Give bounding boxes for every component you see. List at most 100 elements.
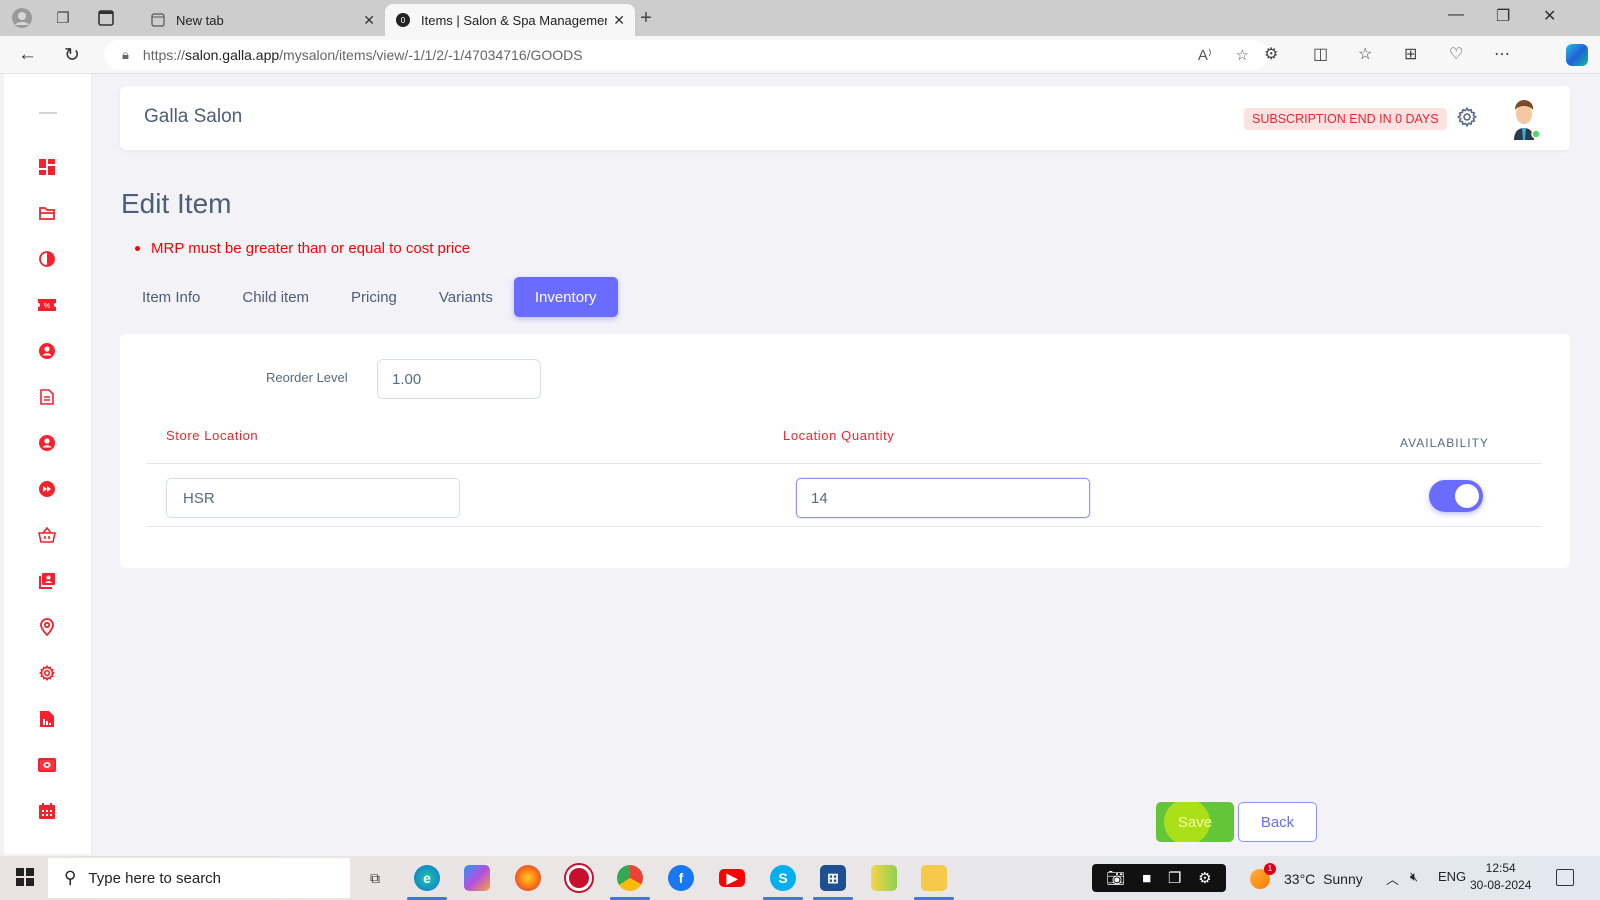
inventory-panel: Reorder Level Store Location Location Qu…: [120, 334, 1570, 568]
user-circle-icon[interactable]: [38, 342, 56, 360]
copilot-icon[interactable]: [1566, 44, 1588, 66]
location-quantity-input[interactable]: [796, 478, 1090, 518]
recorder-icon[interactable]: [566, 865, 592, 891]
profile-icon[interactable]: [12, 8, 32, 28]
bullet-icon: [135, 246, 140, 251]
availability-toggle[interactable]: [1429, 480, 1483, 512]
window-icon[interactable]: ❐: [1168, 869, 1181, 887]
settings-icon[interactable]: ⚙︎: [1198, 869, 1211, 887]
discount-ticket-icon[interactable]: %: [38, 296, 56, 314]
table-divider: [146, 526, 1542, 527]
store-location-input[interactable]: [166, 478, 460, 518]
fast-forward-icon[interactable]: [38, 480, 56, 498]
notifications-icon[interactable]: [1556, 869, 1574, 886]
report-icon[interactable]: [38, 710, 56, 728]
facebook-icon[interactable]: f: [668, 865, 694, 891]
task-view-icon[interactable]: ⧉: [362, 865, 388, 891]
basket-icon[interactable]: [38, 526, 56, 544]
restore-icon[interactable]: ❐: [1496, 6, 1510, 26]
taskbar-search[interactable]: ⚲ Type here to search: [48, 858, 350, 898]
search-icon: ⚲: [64, 868, 77, 887]
folder-icon[interactable]: [38, 204, 56, 222]
windows-taskbar: ⚲ Type here to search ⧉ e f ▶ S ⊞ 📷︎ ■ ❐…: [0, 856, 1600, 900]
user-circle-icon[interactable]: [38, 434, 56, 452]
chrome-icon[interactable]: [617, 865, 643, 891]
minimize-icon[interactable]: —: [1448, 6, 1464, 24]
url-host: salon.galla.app: [184, 47, 280, 63]
back-button[interactable]: Back: [1238, 802, 1317, 842]
workspaces-icon[interactable]: ❐: [53, 8, 73, 28]
browser-tab-strip: ❐ New tab ✕ 0 Items | Salon & Spa Manage…: [0, 0, 1600, 36]
url-path: /mysalon/items/view/-1/1/2/-1/47034716/G…: [279, 47, 583, 63]
settings-icon[interactable]: [38, 664, 56, 682]
favorite-star-icon[interactable]: ☆: [1236, 46, 1249, 64]
video-icon[interactable]: ■: [1142, 870, 1151, 887]
subscription-badge: SUBSCRIPTION END IN 0 DAYS: [1244, 108, 1447, 130]
svg-text:0: 0: [401, 16, 406, 25]
clock-date: 30-08-2024: [1470, 878, 1532, 892]
document-icon[interactable]: [38, 388, 56, 406]
tab-variants[interactable]: Variants: [418, 277, 514, 317]
collections-icon[interactable]: ⊞: [1404, 44, 1417, 64]
url-input[interactable]: 🔒︎ https://salon.galla.app/mysalon/items…: [104, 40, 1269, 70]
refresh-icon[interactable]: ↻: [64, 44, 80, 67]
validation-error: MRP must be greater than or equal to cos…: [135, 240, 470, 257]
camera-icon[interactable]: 📷︎: [1106, 869, 1125, 887]
reorder-level-input[interactable]: [377, 359, 541, 399]
close-tab-icon[interactable]: ✕: [613, 12, 625, 29]
language-indicator[interactable]: ENG: [1438, 869, 1466, 884]
address-bar-row: ← ↻ 🔒︎ https://salon.galla.app/mysalon/i…: [0, 36, 1600, 74]
location-pin-icon[interactable]: [38, 618, 56, 636]
new-tab-plus-icon[interactable]: +: [636, 7, 656, 29]
browser-tab-items[interactable]: 0 Items | Salon & Spa Management ✕: [385, 4, 635, 36]
availability-header: AVAILABILITY: [1400, 436, 1489, 450]
tab-inventory[interactable]: Inventory: [513, 277, 618, 317]
more-menu-icon[interactable]: ⋯: [1494, 44, 1510, 64]
favorites-icon[interactable]: ☆: [1358, 44, 1372, 64]
save-button[interactable]: Save: [1156, 802, 1234, 842]
app-launcher-icon[interactable]: [871, 865, 897, 891]
youtube-icon[interactable]: ▶: [719, 869, 745, 887]
cash-icon[interactable]: [38, 756, 56, 774]
copilot-app-icon[interactable]: [464, 865, 490, 891]
extensions-icon[interactable]: ⚙︎: [1264, 44, 1278, 64]
settings-gear-icon[interactable]: [1456, 106, 1478, 128]
browser-tab-new-tab[interactable]: New tab ✕: [140, 4, 385, 36]
store-location-header: Store Location: [166, 428, 259, 443]
url-prefix: https://: [142, 47, 185, 63]
tab-item-info[interactable]: Item Info: [121, 277, 221, 317]
new-tab-icon: [150, 12, 166, 28]
volume-muted-icon[interactable]: 🔇︎: [1410, 869, 1418, 885]
brand-name: Galla Salon: [144, 106, 243, 127]
split-screen-icon[interactable]: ◫: [1313, 44, 1328, 64]
back-arrow-icon[interactable]: ←: [18, 44, 37, 66]
tab-actions-icon[interactable]: [96, 8, 116, 28]
file-explorer-icon[interactable]: [921, 865, 947, 891]
weather-widget[interactable]: 1 33°C Sunny: [1250, 863, 1363, 889]
dashboard-icon[interactable]: [38, 158, 56, 176]
microsoft-store-icon[interactable]: ⊞: [820, 865, 846, 891]
firefox-icon[interactable]: [515, 865, 541, 891]
system-clock[interactable]: 12:54 30-08-2024: [1470, 860, 1531, 894]
svg-text:%: %: [44, 303, 50, 310]
tray-overflow-icon[interactable]: ︿: [1386, 869, 1399, 888]
user-avatar[interactable]: [1506, 98, 1542, 140]
weather-temp: 33°C: [1284, 871, 1316, 887]
windows-start-icon[interactable]: [16, 868, 36, 888]
close-tab-icon[interactable]: ✕: [363, 12, 375, 29]
tab-pricing[interactable]: Pricing: [330, 277, 418, 317]
skype-icon[interactable]: S: [770, 865, 796, 891]
read-aloud-icon[interactable]: A⁾: [1198, 46, 1212, 64]
sidebar-collapse-handle[interactable]: [39, 112, 57, 114]
edge-icon[interactable]: e: [414, 865, 440, 891]
calendar-icon[interactable]: [38, 802, 56, 820]
browser-essentials-icon[interactable]: ♡: [1449, 44, 1463, 64]
tab-child-item[interactable]: Child item: [221, 277, 330, 317]
contacts-icon[interactable]: [38, 572, 56, 590]
lock-icon: 🔒︎: [122, 47, 129, 62]
contrast-icon[interactable]: [38, 250, 56, 268]
close-window-icon[interactable]: ✕: [1543, 6, 1556, 26]
toggle-knob: [1455, 484, 1479, 508]
app-container: % Galla Salon SUBSCRIPTION END IN 0 DAYS…: [4, 74, 1600, 854]
tab-title: New tab: [176, 12, 224, 28]
